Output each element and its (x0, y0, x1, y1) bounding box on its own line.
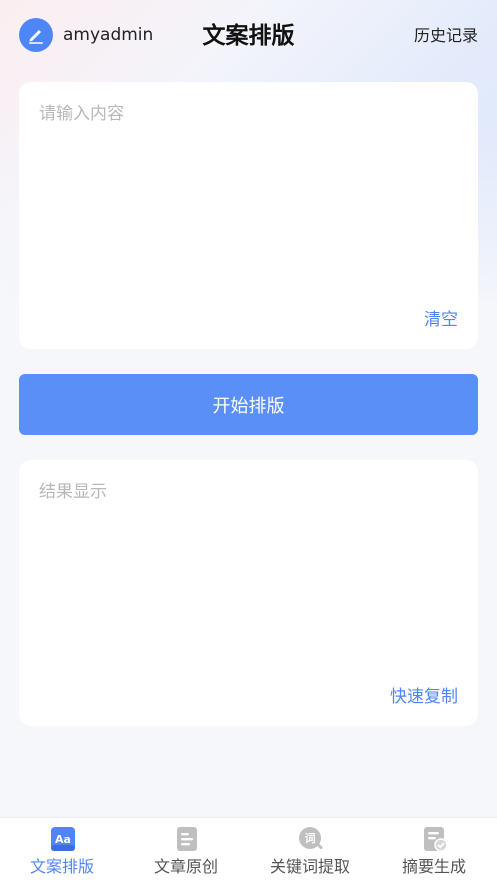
article-icon (177, 827, 197, 851)
bottom-tabbar: Aa 文案排版 文章原创 词 关键词提取 摘要生成 (0, 817, 497, 884)
content-input[interactable]: 请输入内容 (39, 102, 124, 126)
keyword-search-icon: 词 (299, 827, 323, 850)
result-card: 结果显示 快速复制 (19, 460, 478, 726)
tab-summary[interactable]: 摘要生成 (372, 818, 496, 884)
tab-article[interactable]: 文章原创 (124, 818, 248, 884)
tab-keyword-label: 关键词提取 (269, 857, 350, 876)
history-link[interactable]: 历史记录 (414, 24, 478, 48)
tab-keyword[interactable]: 词 关键词提取 (248, 818, 372, 884)
format-icon: Aa (51, 827, 75, 851)
clear-button[interactable]: 清空 (424, 308, 458, 332)
svg-text:Aa: Aa (55, 833, 71, 846)
tab-format-label: 文案排版 (29, 857, 94, 876)
start-format-button[interactable]: 开始排版 (19, 374, 478, 435)
svg-text:词: 词 (305, 832, 316, 845)
result-display: 结果显示 (39, 482, 107, 502)
quick-copy-button[interactable]: 快速复制 (390, 685, 458, 709)
app-header: amyadmin 文案排版 历史记录 (0, 0, 497, 72)
tab-format[interactable]: Aa 文案排版 (0, 818, 124, 884)
tab-article-label: 文章原创 (153, 857, 218, 876)
input-card: 请输入内容 清空 (19, 82, 478, 349)
summary-icon (424, 827, 448, 852)
tab-summary-label: 摘要生成 (401, 857, 466, 876)
